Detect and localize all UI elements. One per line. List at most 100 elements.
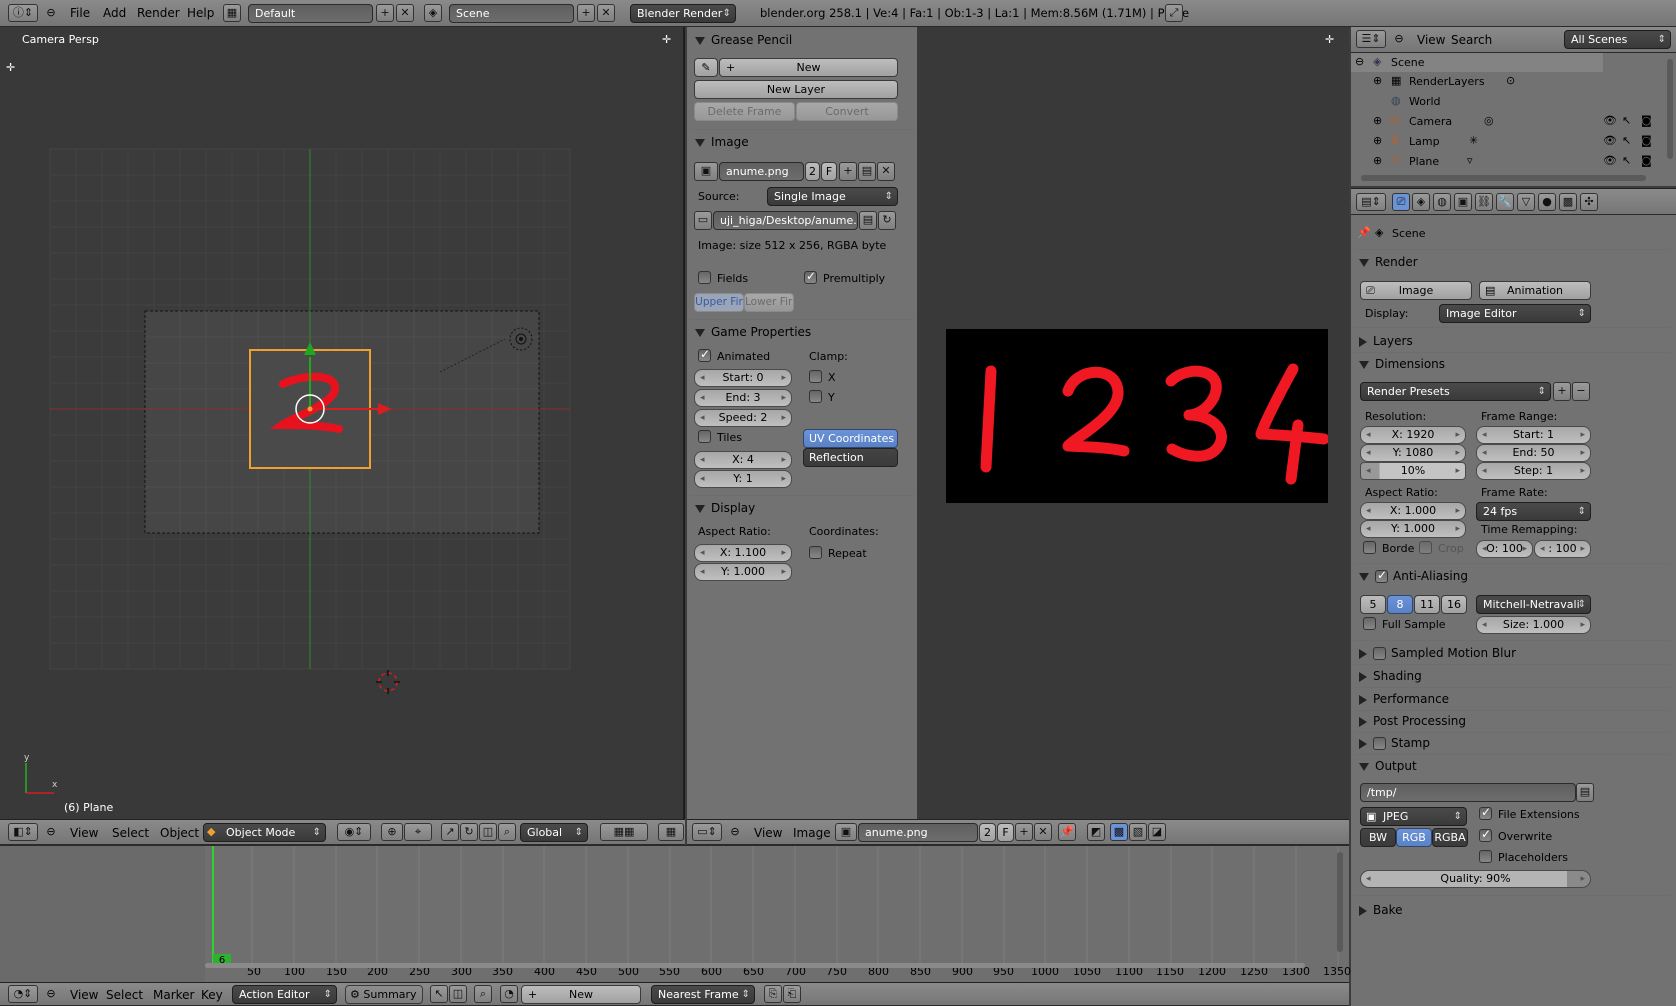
translate-manipulator-icon[interactable]: ↗ — [441, 823, 459, 841]
aa-filter-dropdown[interactable]: Mitchell-Netravali — [1476, 595, 1591, 614]
clamp-y-checkbox[interactable] — [809, 390, 822, 403]
full-sample-checkbox[interactable] — [1363, 617, 1376, 630]
image-editor-canvas[interactable]: ✛ 1234 — [917, 27, 1349, 819]
outliner-editor-type-icon[interactable]: ☰⇕ — [1356, 30, 1386, 48]
manipulator-toggle-icon[interactable]: ⌖ — [404, 823, 432, 841]
alpha-checker-icon[interactable]: ▩ — [1110, 823, 1128, 841]
file-extensions-checkbox[interactable] — [1479, 805, 1492, 820]
layers-grid-icon[interactable]: ▦▦ — [600, 823, 648, 841]
display-aspect-y-field[interactable]: Y: 1.000 — [694, 563, 792, 581]
visibility-eye-icon[interactable]: 👁 — [1603, 152, 1617, 170]
res-y-field[interactable]: Y: 1080 — [1360, 444, 1466, 462]
post-processing-panel-header[interactable]: Post Processing — [1359, 714, 1466, 728]
image-editor-collapse-icon[interactable]: ⊖ — [728, 823, 742, 841]
outliner-menu-view[interactable]: View — [1417, 27, 1445, 52]
normal-manipulator-icon[interactable]: ⌕ — [498, 823, 516, 841]
motion-blur-panel-header[interactable]: Sampled Motion Blur — [1359, 646, 1516, 660]
image-editor-name-field[interactable]: anume.png — [858, 823, 978, 842]
render-camera-icon[interactable]: ◙ — [1641, 152, 1652, 170]
clamp-x-checkbox[interactable] — [809, 370, 822, 383]
dopesheet-menu-view[interactable]: View — [70, 983, 98, 1005]
fps-dropdown[interactable]: 24 fps — [1476, 502, 1591, 521]
shading-panel-header[interactable]: Shading — [1359, 669, 1422, 683]
timeline-v-scrollbar[interactable] — [1337, 852, 1343, 952]
modifier-context-icon[interactable]: 🔧 — [1496, 193, 1514, 211]
render-animation-button[interactable]: ▤ Animation — [1479, 281, 1591, 300]
material-context-icon[interactable]: ● — [1538, 193, 1556, 211]
image-open-icon[interactable]: ▤ — [858, 162, 876, 181]
image-editor-corner-plus-icon[interactable]: ✛ — [1325, 31, 1334, 49]
outliner-item-scene[interactable]: Scene — [1391, 56, 1425, 69]
image-editor-menu-view[interactable]: View — [754, 820, 782, 844]
reload-icon[interactable]: ↻ — [878, 211, 896, 230]
color-rgb-button[interactable]: RGB — [1396, 828, 1432, 847]
scene-context-icon[interactable]: ◈ — [1412, 193, 1430, 211]
only-selected-icon[interactable]: ↖ — [430, 985, 448, 1003]
data-context-icon[interactable]: ▽ — [1517, 193, 1535, 211]
texture-context-icon[interactable]: ▩ — [1559, 193, 1577, 211]
color-rgba-button[interactable]: RGBA — [1432, 828, 1468, 847]
outliner-item-plane[interactable]: Plane — [1409, 155, 1439, 168]
border-checkbox[interactable] — [1363, 541, 1376, 554]
outliner-collapse-icon[interactable]: ⊖ — [1392, 30, 1406, 48]
remove-layout-icon[interactable]: ✕ — [396, 4, 414, 22]
add-scene-icon[interactable]: + — [577, 4, 595, 22]
render-display-dropdown[interactable]: Image Editor — [1439, 304, 1591, 323]
anim-end-field[interactable]: End: 3 — [694, 389, 792, 407]
source-dropdown[interactable]: Single Image — [767, 187, 898, 206]
viewport-collapse-icon[interactable]: ⊖ — [44, 823, 58, 841]
pivot-icon[interactable]: ⊕ — [381, 823, 403, 841]
viewport-menu-object[interactable]: Object — [160, 820, 199, 844]
bake-panel-header[interactable]: Bake — [1359, 903, 1403, 917]
menu-render[interactable]: Render — [137, 0, 180, 26]
render-camera-icon[interactable]: ◙ — [1641, 112, 1652, 130]
expand-toggle-icon[interactable]: ⊕ — [1373, 72, 1382, 90]
render-presets-dropdown[interactable]: Render Presets — [1360, 382, 1551, 401]
aa-samples-16-button[interactable]: 16 — [1441, 595, 1467, 614]
dopesheet-editor-type-icon[interactable]: ◔⇕ — [8, 985, 38, 1003]
remap-new-field[interactable]: : 100 — [1534, 540, 1591, 558]
image-name-field[interactable]: anume.png — [719, 162, 804, 181]
shading-icon[interactable]: ◉⇕ — [337, 823, 371, 841]
dimensions-panel-header[interactable]: Dimensions — [1359, 357, 1445, 371]
scale-manipulator-icon[interactable]: ◫ — [479, 823, 497, 841]
new-layer-button[interactable]: New Layer — [694, 80, 898, 99]
timeline-area[interactable]: 6 50 100 150 200 250 300 350 400 450 500… — [0, 845, 1351, 983]
summary-toggle[interactable]: ⚙ Summary — [345, 985, 423, 1004]
image-editor-menu-image[interactable]: Image — [793, 820, 831, 844]
repeat-checkbox[interactable] — [809, 546, 822, 559]
file-format-dropdown[interactable]: ▣ JPEG — [1360, 807, 1467, 826]
constraint-context-icon[interactable]: ⛓ — [1475, 193, 1493, 211]
tiles-checkbox[interactable] — [698, 430, 711, 443]
tiles-y-field[interactable]: Y: 1 — [694, 470, 792, 488]
render-context-icon[interactable]: ⎚ — [1392, 193, 1410, 211]
pencil-icon[interactable]: ✎ — [694, 58, 718, 77]
placeholders-checkbox[interactable] — [1479, 850, 1492, 863]
expand-toggle-icon[interactable]: ⊕ — [1373, 132, 1382, 150]
render-panel-header[interactable]: Render — [1359, 255, 1418, 269]
res-percent-field[interactable]: 10% — [1360, 462, 1466, 480]
frame-step-field[interactable]: Step: 1 — [1476, 462, 1591, 480]
outliner-item-renderlayers[interactable]: RenderLayers — [1409, 75, 1485, 88]
paste-keyframes-icon[interactable]: ⎗ — [783, 985, 801, 1003]
dopesheet-menu-marker[interactable]: Marker — [153, 983, 194, 1005]
zbuffer-icon[interactable]: ◪ — [1148, 823, 1166, 841]
orientation-dropdown[interactable]: Global — [520, 823, 588, 842]
image-editor-unlink-icon[interactable]: ✕ — [1034, 823, 1052, 841]
pin-context-icon[interactable]: 📌 — [1357, 224, 1371, 242]
filter-search-icon[interactable]: ⌕ — [474, 985, 492, 1003]
outliner-item-world[interactable]: World — [1409, 95, 1441, 108]
viewport-3d[interactable]: Camera Persp ✛ ✛ y x (6) Plane — [0, 27, 685, 819]
menu-add[interactable]: Add — [103, 0, 126, 26]
alpha-only-icon[interactable]: ▧ — [1129, 823, 1147, 841]
image-panel-header[interactable]: Image — [695, 135, 749, 149]
crop-checkbox[interactable] — [1419, 541, 1432, 554]
info-editor-type-icon[interactable]: ⓘ⇕ — [8, 4, 38, 22]
frame-start-field[interactable]: Start: 1 — [1476, 426, 1591, 444]
remove-scene-icon[interactable]: ✕ — [597, 4, 615, 22]
copy-keyframes-icon[interactable]: ⎘ — [764, 985, 782, 1003]
render-camera-icon[interactable]: ◙ — [1641, 132, 1652, 150]
dopesheet-menu-select[interactable]: Select — [106, 983, 143, 1005]
output-panel-header[interactable]: Output — [1359, 759, 1417, 773]
aa-samples-5-button[interactable]: 5 — [1360, 595, 1386, 614]
